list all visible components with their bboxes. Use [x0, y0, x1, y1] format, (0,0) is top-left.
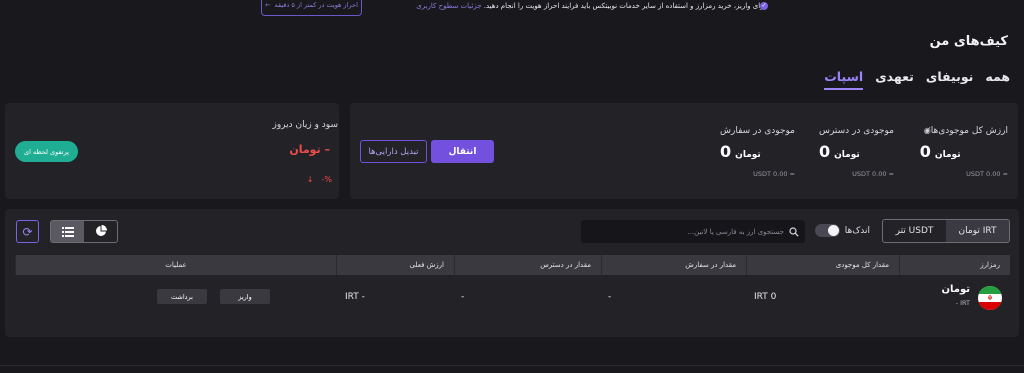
withdraw-button[interactable]: برداشت	[157, 289, 207, 304]
eye-off-icon[interactable]: ◉̸	[924, 126, 931, 135]
total-balance: ارزش کل موجودی‌ها◉̸ 0 تومان ≈ USDT 0.00	[920, 126, 1008, 178]
header-actions: عملیات	[15, 255, 336, 275]
convert-assets-button[interactable]: تبدیل دارایی‌ها	[360, 140, 427, 163]
header-current-value: ارزش فعلی	[336, 255, 454, 275]
header-in-order: مقدار در سفارش	[601, 255, 746, 275]
arrow-down-icon: ↓	[306, 175, 314, 184]
info-icon: ✓	[760, 2, 768, 10]
small-balances-label: اندک‌ها	[844, 225, 870, 236]
transfer-button[interactable]: انتقال	[431, 140, 494, 163]
header-coin: رمزارز	[899, 255, 1010, 275]
available-amount: -	[461, 292, 465, 302]
total-balance-label: ارزش کل موجودی‌ها	[930, 126, 1008, 136]
refresh-button[interactable]: ⟳	[16, 220, 39, 243]
verify-button-label: احراز هویت در کمتر از ۵ دقیقه	[274, 1, 358, 9]
total-amount: IRT 0	[754, 292, 777, 302]
list-icon	[61, 222, 74, 241]
wallet-tabs: اسپات تعهدی نوبیفای همه	[824, 68, 1010, 90]
available-balance: موجودی در دسترس 0 تومان ≈ USDT 0.00	[819, 126, 894, 178]
total-balance-value: 0	[919, 142, 931, 161]
in-orders-balance-usdt: ≈ USDT 0.00	[753, 170, 795, 178]
table-row: ☬ تومان - IRT IRT 0 - - IRT - واریز بردا…	[15, 281, 1010, 313]
page-title: کیف‌های من	[929, 34, 1008, 49]
search-box	[581, 220, 805, 243]
available-balance-value: 0	[818, 142, 831, 161]
divider	[0, 365, 1024, 366]
currency-switch: تومان IRT تتر USDT	[882, 219, 1010, 243]
list-view-button[interactable]	[51, 221, 84, 242]
search-icon	[789, 222, 799, 241]
banner-text: برای واریز، خرید رمزارز و استفاده از سای…	[483, 2, 766, 10]
in-orders-balance-currency: تومان	[735, 150, 761, 160]
in-orders-balance: موجودی در سفارش 0 تومان ≈ USDT 0.00	[720, 126, 795, 178]
profit-loss-percent-row: ↓ -%	[307, 175, 332, 184]
table-header: رمزارز مقدار کل موجودی مقدار در سفارش مق…	[15, 255, 1010, 275]
total-balance-usdt: ≈ USDT 0.00	[966, 170, 1008, 178]
currency-irt-button[interactable]: تومان IRT	[946, 220, 1009, 242]
available-balance-label: موجودی در دسترس	[818, 126, 894, 136]
instant-portfolio-button[interactable]: پرتفوی لحظه ای	[15, 141, 78, 162]
total-balance-currency: تومان	[934, 150, 961, 160]
in-order-amount: -	[608, 292, 612, 302]
currency-usdt-button[interactable]: تتر USDT	[883, 220, 946, 242]
header-total: مقدار کل موجودی	[746, 255, 899, 275]
profit-loss-value: – تومان	[289, 143, 330, 156]
profit-loss-percent: -%	[321, 175, 333, 184]
deposit-button[interactable]: واریز	[220, 289, 270, 304]
tab-nobify[interactable]: نوبیفای	[926, 68, 973, 90]
header-available: مقدار در دسترس	[454, 255, 601, 275]
small-balances-toggle[interactable]: اندک‌ها	[814, 224, 870, 237]
view-mode-toggle	[50, 220, 118, 243]
current-value: IRT -	[345, 292, 365, 302]
tab-margin[interactable]: تعهدی	[875, 68, 914, 90]
toggle-knob	[827, 225, 839, 236]
profit-loss-title: سود و زیان دیروز	[272, 120, 338, 130]
verify-identity-button[interactable]: احراز هویت در کمتر از ۵ دقیقه ←	[261, 0, 362, 16]
search-input[interactable]	[594, 227, 784, 236]
tab-all[interactable]: همه	[985, 68, 1010, 90]
refresh-icon: ⟳	[22, 224, 33, 239]
arrow-left-icon: ←	[265, 1, 271, 9]
in-orders-balance-value: 0	[720, 142, 732, 161]
chart-view-button[interactable]	[84, 221, 117, 242]
iran-flag-icon: ☬	[978, 286, 1002, 310]
user-levels-link[interactable]: جزئیات سطوح کاربری	[416, 2, 481, 10]
available-balance-usdt: ≈ USDT 0.00	[852, 170, 894, 178]
toggle-switch[interactable]	[814, 224, 840, 237]
available-balance-currency: تومان	[834, 150, 860, 160]
coin-subtitle: - IRT	[955, 299, 970, 307]
pie-chart-icon	[95, 222, 107, 241]
tab-spot[interactable]: اسپات	[824, 68, 864, 90]
coin-name: تومان	[941, 284, 970, 295]
in-orders-balance-label: موجودی در سفارش	[720, 126, 795, 136]
